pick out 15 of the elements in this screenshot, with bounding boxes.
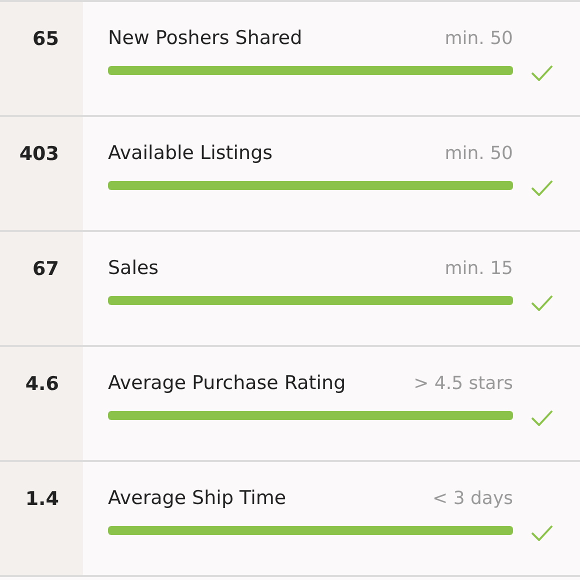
metric-label: New Poshers Shared [108,27,302,49]
metric-value: 67 [32,258,59,280]
metric-label: Average Purchase Rating [108,372,346,394]
metric-value: 1.4 [25,488,59,510]
target-text: > 4.5 stars [414,373,513,394]
target-text: min. 50 [444,143,513,164]
metric-label: Available Listings [108,142,273,164]
metric-value: 65 [32,28,59,50]
metric-value: 403 [19,143,59,165]
metric-label: Average Ship Time [108,487,286,509]
metric-value: 4.6 [25,373,59,395]
target-text: min. 50 [444,28,513,49]
metric-label: Sales [108,257,159,279]
target-text: min. 15 [444,258,513,279]
target-text: < 3 days [432,488,513,509]
